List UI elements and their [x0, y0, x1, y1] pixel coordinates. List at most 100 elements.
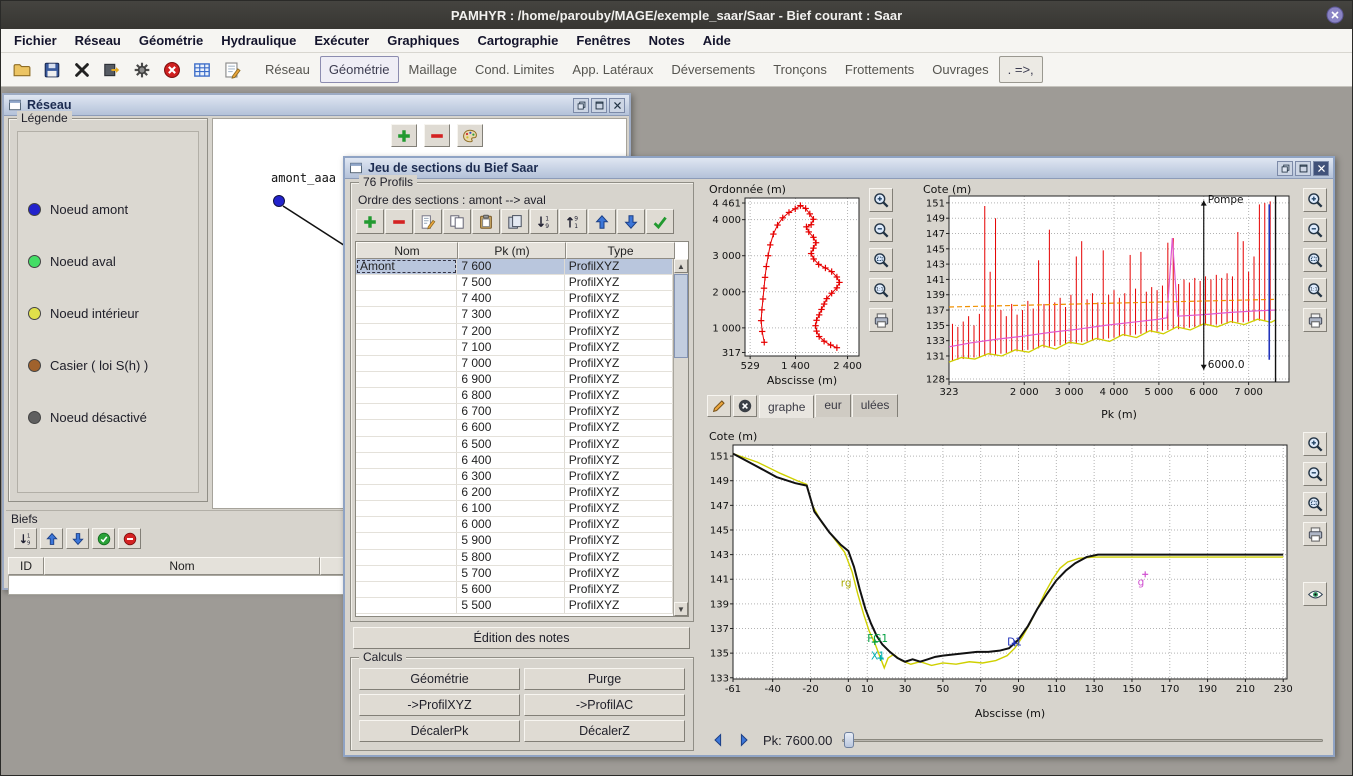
- minus-icon[interactable]: [385, 209, 413, 234]
- minus-circle-icon[interactable]: [118, 528, 141, 549]
- print-icon[interactable]: [1303, 308, 1327, 332]
- scrollbar-thumb[interactable]: [674, 274, 688, 358]
- cross-section-chart[interactable]: -61-40-200103050709011013015017019021023…: [707, 429, 1299, 721]
- folder-icon[interactable]: [9, 57, 35, 83]
- table-row[interactable]: 6 300ProfilXYZ: [356, 469, 673, 485]
- table-row[interactable]: 6 500ProfilXYZ: [356, 437, 673, 453]
- app-close-button[interactable]: [1326, 6, 1344, 24]
- close-icon[interactable]: [609, 98, 625, 113]
- maximize-icon[interactable]: [591, 98, 607, 113]
- previous-section-icon[interactable]: [707, 730, 729, 750]
- close-icon[interactable]: [1313, 161, 1329, 176]
- table-row[interactable]: 6 600ProfilXYZ: [356, 420, 673, 436]
- zoom-sel-icon[interactable]: [1303, 492, 1327, 516]
- slider-track[interactable]: [842, 739, 1323, 742]
- minimize-icon[interactable]: [1277, 161, 1293, 176]
- table-row[interactable]: 7 500ProfilXYZ: [356, 275, 673, 291]
- table-scrollbar[interactable]: ▲ ▼: [673, 259, 688, 616]
- sort-desc-icon[interactable]: 19: [530, 209, 558, 234]
- zoom-in-icon[interactable]: [1303, 432, 1327, 456]
- toolbar-maillage[interactable]: Maillage: [401, 57, 465, 82]
- print-icon[interactable]: [869, 308, 893, 332]
- toolbar-frottements[interactable]: Frottements: [837, 57, 922, 82]
- table-row[interactable]: 5 700ProfilXYZ: [356, 566, 673, 582]
- biefs-col-header[interactable]: Nom: [44, 557, 320, 575]
- menu-r-seau[interactable]: Réseau: [66, 31, 130, 50]
- scroll-up-icon[interactable]: ▲: [674, 259, 688, 273]
- print-icon[interactable]: [1303, 522, 1327, 546]
- toolbar--[interactable]: . =>,: [999, 56, 1043, 83]
- edition-notes-button[interactable]: Édition des notes: [353, 627, 690, 649]
- arrow-up-icon[interactable]: [40, 528, 63, 549]
- table-row[interactable]: 6 700ProfilXYZ: [356, 404, 673, 420]
- table-row[interactable]: 6 800ProfilXYZ: [356, 388, 673, 404]
- menu-ex-cuter[interactable]: Exécuter: [305, 31, 378, 50]
- calc--profilac[interactable]: ->ProfilAC: [524, 694, 685, 716]
- paste-icon[interactable]: [472, 209, 500, 234]
- zoom-in-icon[interactable]: [869, 188, 893, 212]
- table-row[interactable]: 5 600ProfilXYZ: [356, 582, 673, 598]
- stop-icon[interactable]: [159, 57, 185, 83]
- table-row[interactable]: 6 400ProfilXYZ: [356, 453, 673, 469]
- zoom-in-icon[interactable]: [1303, 188, 1327, 212]
- export-icon[interactable]: [99, 57, 125, 83]
- arrow-down-icon[interactable]: [66, 528, 89, 549]
- plan-view-chart[interactable]: 5291 4002 4004 4614 0003 0002 0001 00031…: [707, 182, 865, 388]
- menu-fichier[interactable]: Fichier: [5, 31, 66, 50]
- calc-purge[interactable]: Purge: [524, 668, 685, 690]
- sort-desc-icon[interactable]: 19: [14, 528, 37, 549]
- toolbar-app-lat-raux[interactable]: App. Latéraux: [564, 57, 661, 82]
- menu-notes[interactable]: Notes: [640, 31, 694, 50]
- dark-x-icon[interactable]: [733, 395, 757, 417]
- zoom-11-icon[interactable]: 1:1: [1303, 278, 1327, 302]
- menu-cartographie[interactable]: Cartographie: [468, 31, 567, 50]
- table-row[interactable]: 5 900ProfilXYZ: [356, 533, 673, 549]
- scroll-down-icon[interactable]: ▼: [674, 602, 688, 616]
- toolbar-g-om-trie[interactable]: Géométrie: [320, 56, 399, 83]
- zoom-out-icon[interactable]: [1303, 462, 1327, 486]
- check-icon[interactable]: [646, 209, 674, 234]
- sort-asc-icon[interactable]: 91: [559, 209, 587, 234]
- table-row[interactable]: 6 100ProfilXYZ: [356, 501, 673, 517]
- toolbar-tron-ons[interactable]: Tronçons: [765, 57, 835, 82]
- copy-icon[interactable]: [443, 209, 471, 234]
- zoom-out-icon[interactable]: [1303, 218, 1327, 242]
- pencil-icon[interactable]: [707, 395, 731, 417]
- profils-col-header[interactable]: Nom: [356, 242, 458, 259]
- tab-eur[interactable]: eur: [815, 394, 850, 417]
- profils-col-header[interactable]: Type: [566, 242, 675, 259]
- menu-hydraulique[interactable]: Hydraulique: [212, 31, 305, 50]
- table-row[interactable]: 7 300ProfilXYZ: [356, 307, 673, 323]
- profils-col-header[interactable]: Pk (m): [458, 242, 566, 259]
- calc--profilxyz[interactable]: ->ProfilXYZ: [359, 694, 520, 716]
- note-icon[interactable]: [219, 57, 245, 83]
- check-circle-icon[interactable]: [92, 528, 115, 549]
- zoom-11-icon[interactable]: 1:1: [869, 278, 893, 302]
- eye-icon[interactable]: [1303, 582, 1327, 606]
- zoom-out-icon[interactable]: [869, 218, 893, 242]
- gear-icon[interactable]: [129, 57, 155, 83]
- maximize-icon[interactable]: [1295, 161, 1311, 176]
- arrow-down-icon[interactable]: [617, 209, 645, 234]
- zoom-sel-icon[interactable]: [869, 248, 893, 272]
- next-section-icon[interactable]: [733, 730, 755, 750]
- biefs-col-header[interactable]: ID: [8, 557, 44, 575]
- table-row[interactable]: 6 200ProfilXYZ: [356, 485, 673, 501]
- toolbar-r-seau[interactable]: Réseau: [257, 57, 318, 82]
- tab-ul-es[interactable]: ulées: [852, 394, 899, 417]
- zoom-sel-icon[interactable]: [1303, 248, 1327, 272]
- calc-d-calerpk[interactable]: DécalerPk: [359, 720, 520, 742]
- table-row[interactable]: 6 900ProfilXYZ: [356, 372, 673, 388]
- toolbar-ouvrages[interactable]: Ouvrages: [924, 57, 996, 82]
- table-row[interactable]: 6 000ProfilXYZ: [356, 517, 673, 533]
- dup-icon[interactable]: [501, 209, 529, 234]
- table-row[interactable]: 7 100ProfilXYZ: [356, 340, 673, 356]
- pk-slider[interactable]: [842, 730, 1327, 750]
- calc-g-om-trie[interactable]: Géométrie: [359, 668, 520, 690]
- table-icon[interactable]: [189, 57, 215, 83]
- sections-window-titlebar[interactable]: Jeu de sections du Bief Saar: [345, 158, 1333, 179]
- edit-icon[interactable]: [414, 209, 442, 234]
- save-icon[interactable]: [39, 57, 65, 83]
- toolbar-d-versements[interactable]: Déversements: [663, 57, 763, 82]
- calc-d-calerz[interactable]: DécalerZ: [524, 720, 685, 742]
